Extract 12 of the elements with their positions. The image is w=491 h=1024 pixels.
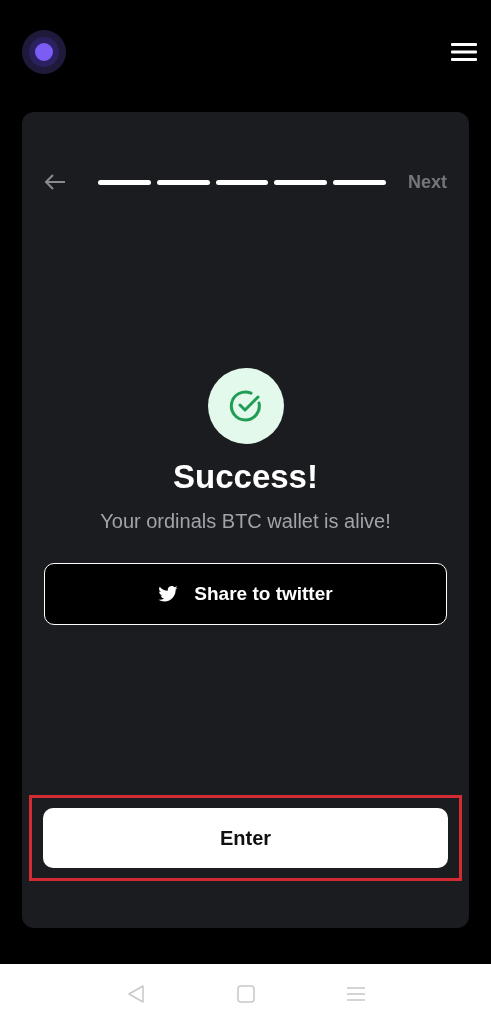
bird-icon [158, 586, 179, 602]
share-button[interactable]: Share to twitter [44, 563, 447, 625]
home-nav-icon[interactable] [236, 985, 255, 1003]
menu-nav-icon[interactable] [346, 986, 365, 1002]
success-message: Your ordinals BTC wallet is alive! [100, 510, 391, 533]
enter-button[interactable]: Enter [43, 808, 448, 868]
back-nav-icon[interactable] [126, 984, 145, 1004]
check-circle-icon [228, 389, 263, 423]
logo-icon [21, 29, 67, 75]
success-title: Success! [173, 458, 318, 496]
menu-icon[interactable] [451, 42, 477, 62]
back-arrow-icon[interactable] [44, 174, 66, 190]
